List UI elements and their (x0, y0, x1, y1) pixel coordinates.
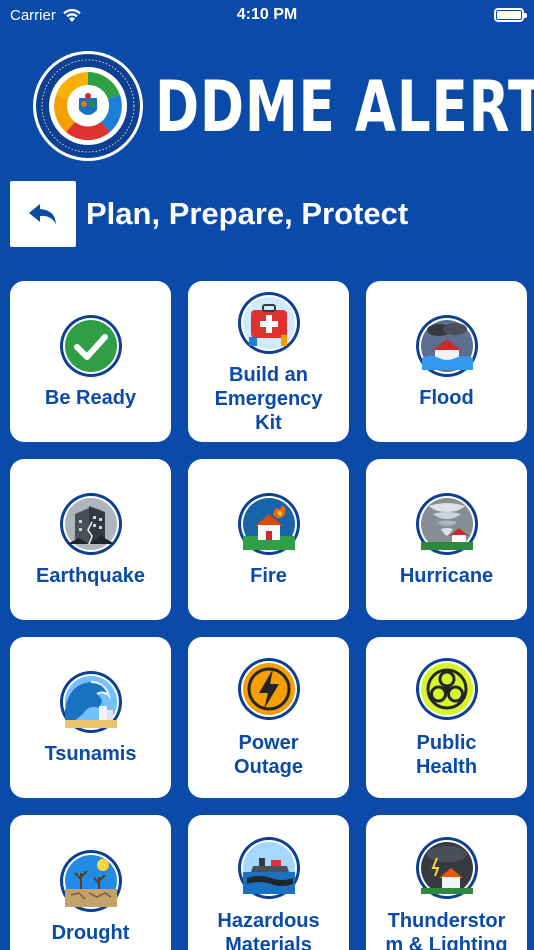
tile-label: Earthquake (36, 565, 145, 587)
tile-be-ready[interactable]: Be Ready (10, 281, 171, 442)
tile-label: Hazardous Materials (217, 910, 320, 950)
tile-public-health[interactable]: Public Health (366, 637, 527, 798)
flood-icon (416, 315, 478, 377)
tile-label: Tsunamis (44, 743, 137, 765)
tile-earthquake[interactable]: Earthquake (10, 459, 171, 620)
tile-fire[interactable]: Fire (188, 459, 349, 620)
tile-tsunamis[interactable]: Tsunamis (10, 637, 171, 798)
tile-label: Build an Emergency Kit (214, 364, 323, 434)
hazard-grid: Be Ready Build an Emergency Kit Flood Ea… (0, 0, 534, 950)
first-aid-kit-icon (238, 292, 300, 354)
hurricane-icon (416, 493, 478, 555)
tile-label: Hurricane (399, 565, 494, 587)
fire-icon (238, 493, 300, 555)
tsunami-icon (60, 671, 122, 733)
checkmark-icon (60, 315, 122, 377)
tile-hurricane[interactable]: Hurricane (366, 459, 527, 620)
hazardous-materials-icon (238, 837, 300, 899)
tile-drought[interactable]: Drought (10, 815, 171, 950)
lightning-bolt-icon (238, 658, 300, 720)
tile-label: Public Health (415, 732, 478, 778)
tile-hazardous-materials[interactable]: Hazardous Materials (188, 815, 349, 950)
biohazard-icon (416, 658, 478, 720)
tile-label: Drought (51, 922, 130, 944)
thunderstorm-icon (416, 837, 478, 899)
tile-label: Thunderstor m & Lighting (385, 910, 508, 950)
drought-icon (60, 850, 122, 912)
tile-power-outage[interactable]: Power Outage (188, 637, 349, 798)
tile-build-emergency-kit[interactable]: Build an Emergency Kit (188, 281, 349, 442)
tile-flood[interactable]: Flood (366, 281, 527, 442)
tile-label: Flood (419, 387, 474, 409)
tile-thunderstorm-lighting[interactable]: Thunderstor m & Lighting (366, 815, 527, 950)
tile-label: Be Ready (44, 387, 137, 409)
tile-label: Fire (250, 565, 287, 587)
earthquake-icon (60, 493, 122, 555)
tile-label: Power Outage (234, 732, 303, 778)
